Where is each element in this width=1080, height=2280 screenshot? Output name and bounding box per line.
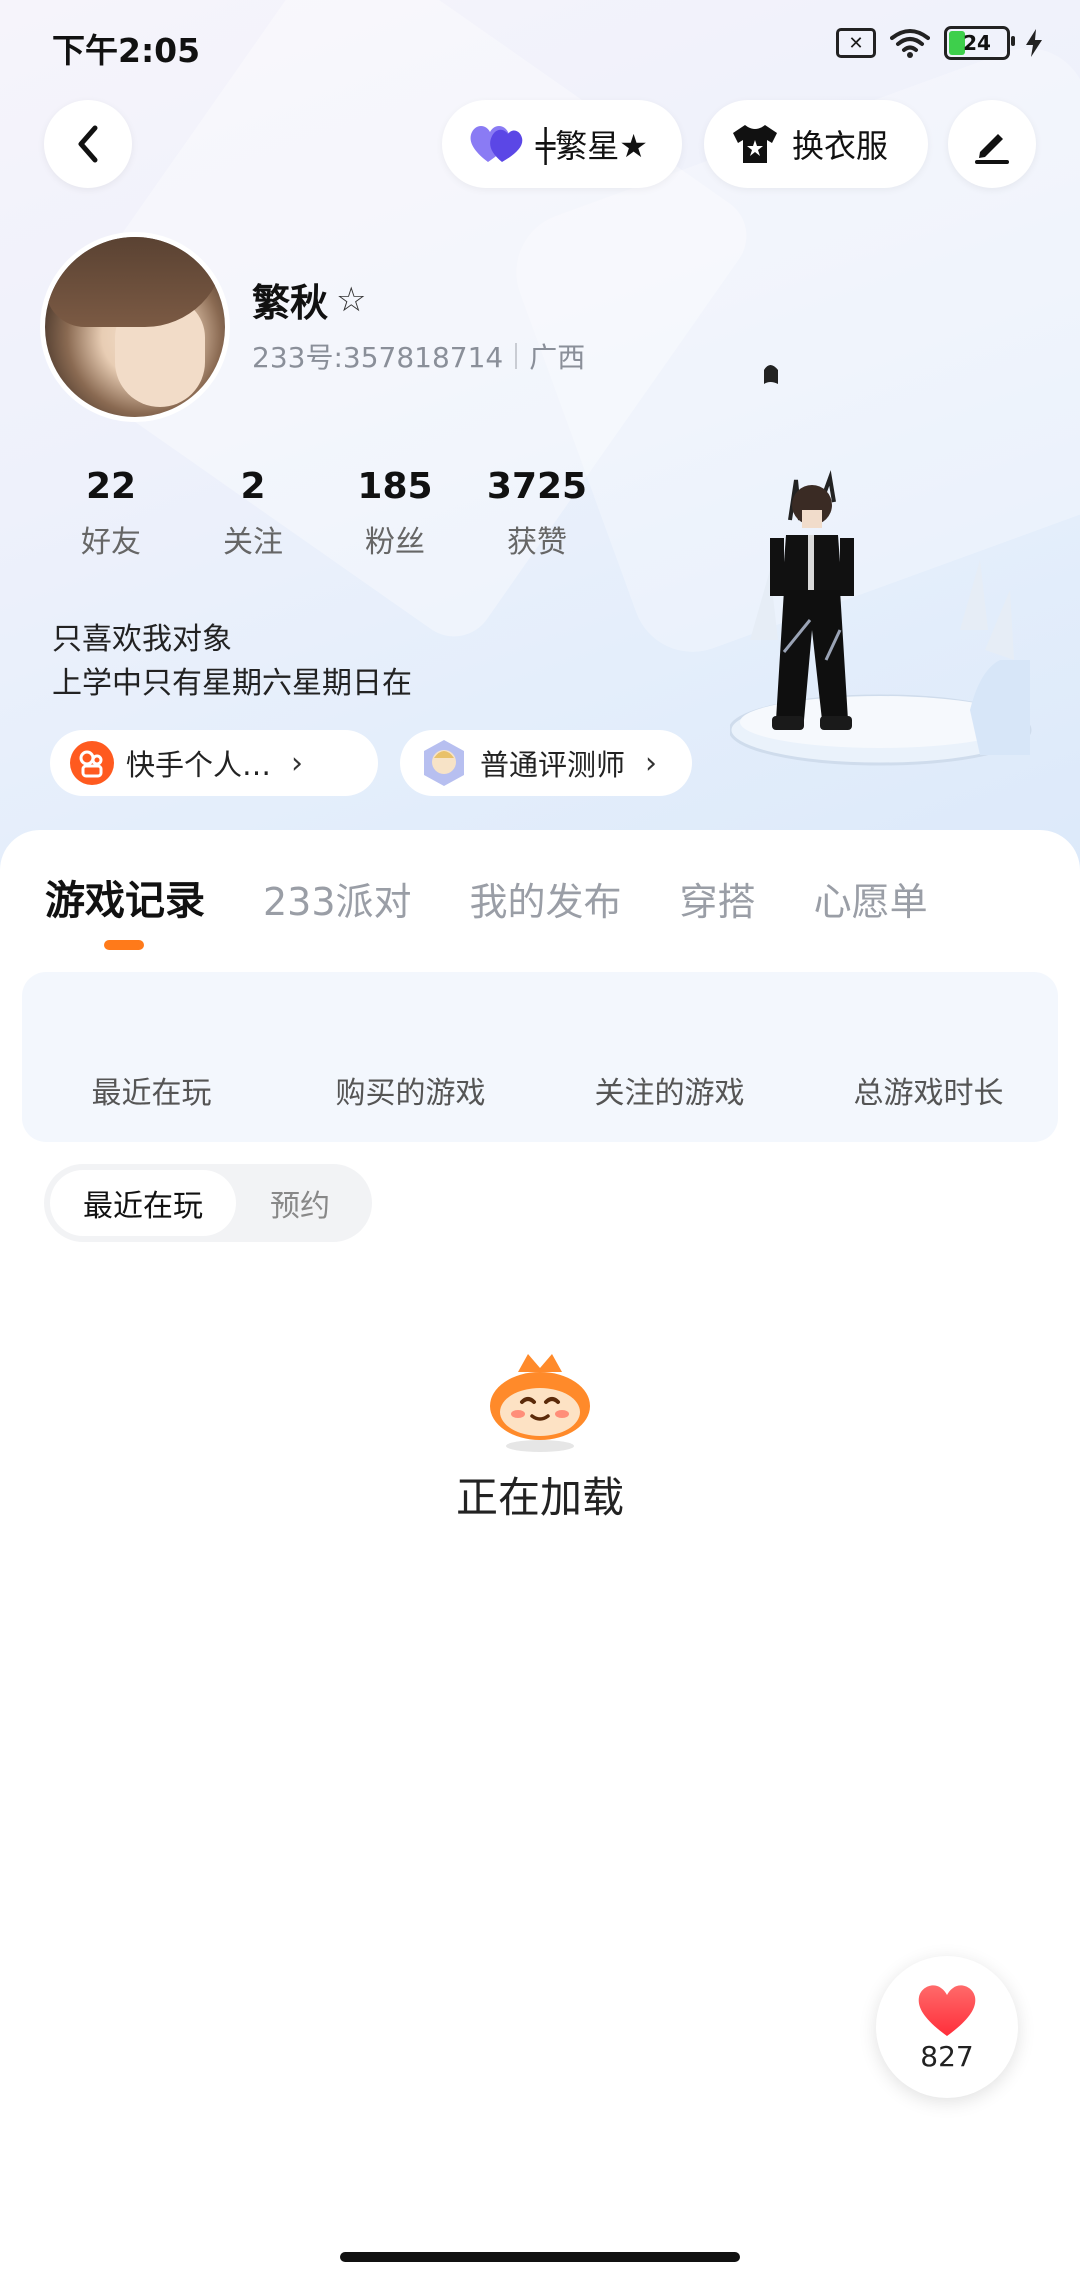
nickname-text: 繁秋 (252, 281, 329, 325)
stat-label: 好友 (81, 525, 141, 560)
chevron-right-icon: › (645, 745, 658, 781)
game-summary-card: 最近在玩 购买的游戏 关注的游戏 总游戏时长 (22, 972, 1058, 1142)
chevron-left-icon (78, 125, 98, 163)
stat-following[interactable]: 2 关注 (182, 466, 324, 561)
active-tab-indicator (104, 940, 144, 950)
battery-icon: 24 (944, 26, 1015, 60)
home-indicator[interactable] (340, 2252, 740, 2262)
loading-mascot-icon (490, 1354, 590, 1452)
stats-row: 22 好友 2 关注 185 粉丝 3725 获赞 (40, 466, 608, 561)
kuaishou-icon (70, 741, 114, 785)
segment-recent-playing[interactable]: 最近在玩 (50, 1170, 236, 1236)
bolt-icon (1026, 29, 1042, 57)
stat-fans[interactable]: 185 粉丝 (324, 466, 466, 561)
divider (515, 343, 518, 369)
tshirt-icon (733, 125, 777, 163)
stat-label: 关注 (223, 525, 283, 560)
tab-233-party[interactable]: 233派对 (263, 871, 412, 926)
bio: 只喜欢我对象 上学中只有星期六星期日在 (52, 618, 412, 706)
stat-value: 185 (357, 466, 433, 507)
tab-outfits[interactable]: 穿搭 (680, 871, 756, 926)
status-bar: 下午2:05 ✕ 24 (0, 0, 1080, 90)
profile-tabs: 游戏记录 233派对 我的发布 穿搭 心愿单 (45, 868, 928, 926)
chevron-right-icon: › (291, 745, 304, 781)
back-button[interactable] (44, 100, 132, 188)
tab-wishlist[interactable]: 心愿单 (814, 871, 928, 926)
avatar-character-figure[interactable] (730, 360, 1080, 780)
sim-x-icon: ✕ (836, 28, 876, 58)
game-filter-segment: 最近在玩 预约 (44, 1164, 372, 1242)
like-button[interactable]: 827 (876, 1956, 1018, 2098)
segment-reservations[interactable]: 预约 (236, 1170, 364, 1236)
stat-value: 3725 (486, 466, 588, 507)
loading-text: 正在加载 (455, 1473, 624, 1522)
profile-page: 下午2:05 ✕ 24 ╪繁星★ 换衣服 繁秋 ☆ 233号:357818714… (0, 0, 1080, 2280)
summary-total-playtime[interactable]: 总游戏时长 (799, 1068, 1058, 1112)
summary-recent-playing[interactable]: 最近在玩 (22, 1068, 281, 1112)
nickname: 繁秋 ☆ (252, 272, 367, 327)
avatar[interactable] (40, 232, 230, 422)
change-outfit-button[interactable]: 换衣服 (704, 100, 928, 188)
stat-label: 获赞 (507, 525, 567, 560)
badge-label: 普通评测师 (480, 748, 626, 782)
reviewer-badge-icon (424, 740, 464, 786)
stat-friends[interactable]: 22 好友 (40, 466, 182, 561)
wifi-icon (890, 29, 930, 58)
kuaishou-badge-chip[interactable]: 快手个人… › (50, 730, 378, 796)
user-id[interactable]: 233号:357818714 (252, 336, 503, 376)
change-outfit-label: 换衣服 (792, 127, 889, 165)
purple-heart-icon (470, 126, 523, 162)
heart-icon (918, 1984, 976, 2036)
tab-game-records[interactable]: 游戏记录 (45, 868, 205, 926)
user-id-row: 233号:357818714 广西 (252, 336, 585, 376)
status-time: 下午2:05 (52, 31, 201, 70)
like-count: 827 (920, 2039, 974, 2073)
summary-followed-games[interactable]: 关注的游戏 (540, 1068, 799, 1112)
edit-profile-button[interactable] (948, 100, 1036, 188)
star-level-button[interactable]: ╪繁星★ (442, 100, 682, 188)
bio-line: 只喜欢我对象 (52, 622, 232, 657)
pen-icon (975, 134, 1009, 164)
battery-level: 24 (963, 31, 991, 55)
status-icons: ✕ 24 (836, 26, 1044, 60)
reviewer-badge-chip[interactable]: 普通评测师 › (400, 730, 692, 796)
tab-my-posts[interactable]: 我的发布 (470, 871, 622, 926)
badge-label: 快手个人… (126, 748, 272, 782)
region: 广西 (529, 341, 586, 374)
bio-line: 上学中只有星期六星期日在 (52, 666, 412, 701)
star-level-label: ╪繁星★ (536, 127, 648, 165)
stat-value: 2 (240, 466, 266, 507)
stat-value: 22 (85, 466, 137, 507)
stat-likes[interactable]: 3725 获赞 (466, 466, 608, 561)
stat-label: 粉丝 (365, 525, 425, 560)
summary-purchased-games[interactable]: 购买的游戏 (281, 1068, 540, 1112)
nickname-mark: ☆ (336, 279, 367, 320)
